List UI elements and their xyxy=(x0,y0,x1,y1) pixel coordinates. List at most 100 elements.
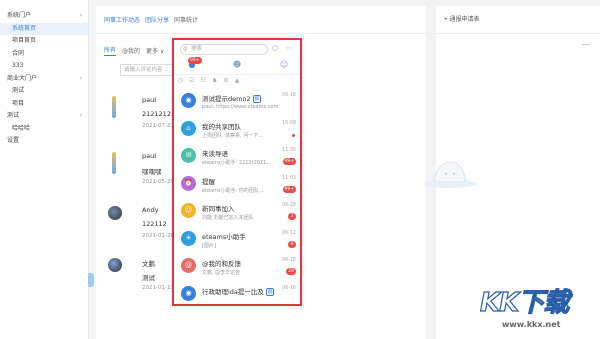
unread-count-badge: 9 xyxy=(288,240,296,248)
conversation-title-text: 测试提示demo2 xyxy=(202,95,251,103)
chat-search-input[interactable]: ⚲ 搜索 xyxy=(180,44,268,55)
unread-count-badge: 99+ xyxy=(282,185,296,193)
conversation-title: 来读导语 xyxy=(202,148,228,158)
sidebar-item-label: 商业大门户 xyxy=(7,74,38,82)
conversation-title: 提醒 xyxy=(202,176,215,186)
post-author[interactable]: 文鹏 xyxy=(142,258,155,268)
tab-team-share[interactable]: 团队分享 xyxy=(145,15,169,24)
chat-bubble-icon[interactable]: ○ xyxy=(272,44,278,52)
sidebar-item[interactable]: 系统门户 › xyxy=(0,10,88,23)
comment-input[interactable]: 请输入评论内容... xyxy=(120,64,180,76)
group-tag: 群 xyxy=(252,95,262,103)
filter-mentions[interactable]: @我的 xyxy=(122,46,140,55)
conversation-item[interactable]: ☺ 新同事加入 刘能 刘能已加入本团队 06-28 3 xyxy=(174,198,300,226)
sidebar-item[interactable]: 测试 › xyxy=(0,110,88,123)
filter-all[interactable]: 所有 xyxy=(104,45,117,56)
sidebar: 系统门户 › 系统首页 项目首页 合同 333 商业大门户 › 测试 项目 测试 › 哈哈哈 设置 xyxy=(0,0,89,339)
doc-icon[interactable]: ☷ xyxy=(201,77,206,86)
profile-tab-icon[interactable]: ☺ xyxy=(278,60,290,70)
tab-colleague-stats[interactable]: 同事统计 xyxy=(174,15,198,24)
conversation-title-text: 新同事加入 xyxy=(202,205,235,213)
conversation-item[interactable]: ⏰ 提醒 eteams小助手: 你的团队... 11:02 99+ xyxy=(174,171,300,199)
conversation-item[interactable]: ⌂ 我的共享团队 上周团队, 体察系, 问一下... 15:08 xyxy=(174,116,300,144)
conversation-item[interactable]: ◉ 测试提示demo2 群 paul: https://www.eteams.com 0… xyxy=(174,88,300,116)
conversation-time: 15:08 xyxy=(282,120,296,126)
task-icon[interactable]: ☑ xyxy=(189,77,194,86)
pin-icon xyxy=(112,96,116,118)
conversation-time: 06-16 xyxy=(282,285,296,291)
filter-more[interactable]: 更多 ∨ xyxy=(146,46,164,55)
conversation-avatar-icon: ☺ xyxy=(181,203,196,218)
post-author[interactable]: Andy xyxy=(142,206,159,214)
watermark: KK下载 www.kkx.net xyxy=(479,282,598,334)
sidebar-item[interactable]: 哈哈哈 xyxy=(0,123,88,136)
sidebar-item[interactable]: 测试 xyxy=(0,85,88,98)
unread-count-badge: 99+ xyxy=(282,158,296,165)
sidebar-item[interactable]: 项目首页 xyxy=(0,35,88,48)
group-tag: 群 xyxy=(265,287,275,296)
conversation-title-text: 提醒 xyxy=(202,177,215,186)
conversation-item[interactable]: ◉ 行政助理ida提一比及群 06-16 xyxy=(174,281,300,305)
conversation-title-text: eteams小助手 xyxy=(202,232,246,241)
conversation-avatar-icon: @ xyxy=(181,258,196,273)
unread-badge: 99+ xyxy=(188,57,202,64)
sidebar-item-label: 333 xyxy=(12,62,24,69)
sidebar-item-label: 哈哈哈 xyxy=(12,124,31,132)
conversation-time: 06-28 xyxy=(282,203,296,208)
conversation-time: 06-16 xyxy=(282,93,296,98)
collapse-icon[interactable]: — xyxy=(582,40,590,49)
post-content: 122112 xyxy=(142,220,167,228)
search-placeholder: 搜索 xyxy=(191,46,203,52)
conversation-title: @我的和反馈 xyxy=(202,258,241,268)
conversation-preview: eteams小助手: 你的团队... xyxy=(202,187,264,194)
conversation-preview: [图片] xyxy=(202,242,216,249)
conversation-title: 行政助理ida提一比及群 xyxy=(202,286,275,296)
post-author[interactable]: paul xyxy=(142,152,156,160)
chat-toolbar: ◷ ☑ ☷ ♞ ⚙ ▲ xyxy=(178,77,239,86)
clock-icon[interactable]: ◷ xyxy=(178,77,183,86)
person-icon[interactable]: ♞ xyxy=(212,77,217,86)
conversation-avatar-icon: ◉ xyxy=(181,93,196,108)
chat-tabs: ● 99+ ☻ ☺ xyxy=(174,57,300,75)
unread-count-badge: 29 xyxy=(286,268,296,275)
sidebar-collapse-handle[interactable] xyxy=(88,273,94,287)
sidebar-item[interactable]: 商业大门户 › xyxy=(0,73,88,86)
sidebar-item[interactable]: 设置 xyxy=(0,135,88,148)
chevron-right-icon[interactable]: › xyxy=(80,73,82,86)
sidebar-item[interactable]: 333 xyxy=(0,60,88,73)
conversation-title-text: @我的和反馈 xyxy=(202,260,241,268)
sidebar-item[interactable]: 系统首页 xyxy=(0,22,88,35)
watermark-url: www.kkx.net xyxy=(502,320,561,329)
settings-icon[interactable]: ⚙ xyxy=(223,77,228,86)
conversation-preview: 上周团队, 体察系, 问一下... xyxy=(202,132,264,139)
sidebar-item[interactable]: 合同 xyxy=(0,48,88,61)
avatar[interactable] xyxy=(108,258,122,272)
post-time: 2021-07-21 xyxy=(142,123,174,129)
conversation-item[interactable]: ✉ 来读导语 eteams小助手: 2212(2021... 11:35 99+ xyxy=(174,143,300,171)
conversation-avatar-icon: ⏰ xyxy=(181,175,196,191)
contacts-tab-icon[interactable]: ☻ xyxy=(231,60,243,70)
conversation-preview: 文鹏, @李华达告 xyxy=(202,270,241,276)
tab-colleague-activity[interactable]: 同事工作动态 xyxy=(104,15,140,24)
post-author[interactable]: paul xyxy=(142,96,156,104)
conversation-item[interactable]: @ @我的和反馈 文鹏, @李华达告 06-18 29 xyxy=(174,253,300,281)
search-icon: ⚲ xyxy=(183,46,188,53)
sidebar-item-label: 设置 xyxy=(7,137,20,144)
post-time: 2021-05-29 xyxy=(142,179,174,185)
sidebar-item[interactable]: 项目 xyxy=(0,98,88,111)
avatar[interactable] xyxy=(108,206,122,220)
post-content: 测试 xyxy=(142,274,155,282)
more-icon[interactable]: ⋯ xyxy=(286,44,293,52)
chevron-right-icon[interactable]: › xyxy=(80,110,82,123)
conversation-item[interactable]: ☀ eteams小助手 [图片] 06-12 9 xyxy=(174,226,300,254)
conversation-preview: paul: https://www.eteams.com xyxy=(202,104,279,110)
conversation-title: 新同事加入 xyxy=(202,203,235,213)
conversation-time: 06-12 xyxy=(282,230,296,236)
unread-count-badge: 3 xyxy=(288,213,296,220)
sidebar-item-label: 项目首页 xyxy=(12,37,37,44)
chevron-right-icon[interactable]: › xyxy=(80,10,82,23)
conversation-preview: eteams小助手: 2212(2021... xyxy=(202,160,272,166)
pin-icon xyxy=(112,152,116,174)
notice-icon[interactable]: ▲ xyxy=(235,77,240,86)
conversation-time: 11:02 xyxy=(282,175,296,181)
